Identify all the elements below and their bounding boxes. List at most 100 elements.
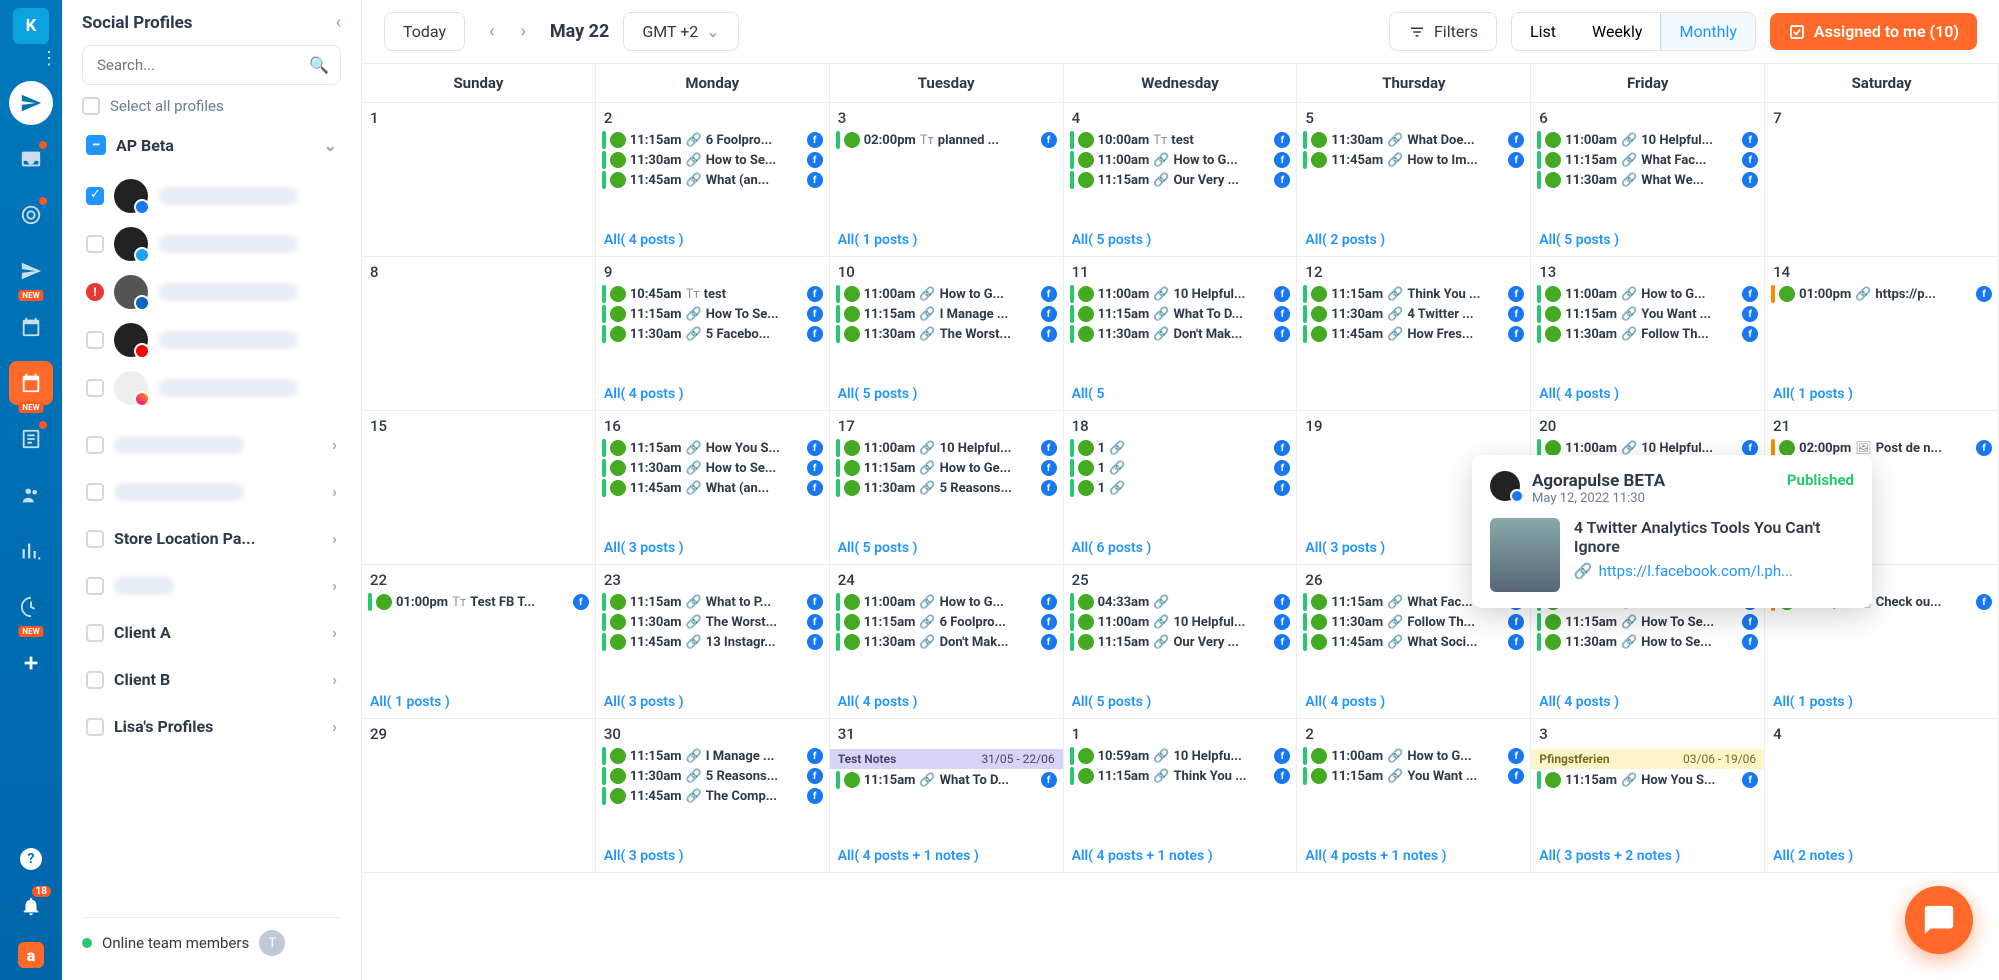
calendar-cell[interactable]: 1311:00am🔗How to G...f11:15am🔗You Want .… <box>1531 257 1765 411</box>
calendar-post[interactable]: 01:00pm🔗https://p...f <box>1771 285 1992 303</box>
calendar-post[interactable]: 11:00am🔗How to G...f <box>1303 747 1524 765</box>
calendar-post[interactable]: 10:59am🔗10 Helpfu...f <box>1070 747 1291 765</box>
calendar-note[interactable]: Pfingstferien03/06 - 19/06 <box>1531 749 1764 769</box>
calendar-icon[interactable] <box>9 305 53 349</box>
calendar-cell[interactable]: 110:59am🔗10 Helpfu...f11:15am🔗Think You … <box>1064 719 1298 873</box>
calendar-post[interactable]: 11:15am🔗Think You ...f <box>1070 767 1291 785</box>
calendar-post[interactable]: 11:45am🔗What Soci...f <box>1303 633 1524 651</box>
calendar-post[interactable]: 11:30am🔗How to Se...f <box>1537 633 1758 651</box>
all-posts-link[interactable]: All( 4 posts ) <box>836 690 1057 714</box>
calendar-post[interactable]: 11:30am🔗The Worst...f <box>602 613 823 631</box>
calendar-post[interactable]: 11:45am🔗What (an...f <box>602 479 823 497</box>
calendar-post[interactable]: 11:15am🔗How To Se...f <box>602 305 823 323</box>
listening-icon[interactable] <box>9 193 53 237</box>
calendar-cell[interactable]: 8 <box>362 257 596 411</box>
calendar-cell[interactable]: 410:00amTтtestf11:00am🔗How to G...f11:15… <box>1064 103 1298 257</box>
all-posts-link[interactable]: All( 1 posts ) <box>836 228 1057 252</box>
calendar-cell[interactable]: 2504:33am🔗f11:00am🔗10 Helpful...f11:15am… <box>1064 565 1298 719</box>
calendar-cell[interactable]: 1711:00am🔗10 Helpful...f11:15am🔗How to G… <box>830 411 1064 565</box>
calendar-cell[interactable]: 29 <box>362 719 596 873</box>
calendar-post[interactable]: 11:45am🔗How to Im...f <box>1303 151 1524 169</box>
calendar-post[interactable]: 11:15am🔗What To D...f <box>836 771 1057 789</box>
notifications-icon[interactable]: 18 <box>9 884 53 928</box>
all-posts-link[interactable]: All( 1 posts ) <box>368 690 589 714</box>
calendar-post[interactable]: 11:00am🔗How to G...f <box>1070 151 1291 169</box>
all-posts-link[interactable]: All( 1 posts ) <box>1771 690 1992 714</box>
calendar-post[interactable]: 11:15am🔗How You S...f <box>602 439 823 457</box>
all-posts-link[interactable]: All( 4 posts + 1 notes ) <box>836 844 1057 868</box>
calendar-post[interactable]: 11:15am🔗6 Foolpro...f <box>602 131 823 149</box>
calendar-post[interactable]: 11:00am🔗10 Helpful...f <box>1070 285 1291 303</box>
calendar-note[interactable]: Test Notes31/05 - 22/06 <box>830 749 1063 769</box>
workspace-avatar[interactable]: K <box>13 8 49 44</box>
calendar-post[interactable]: 10:00amTтtestf <box>1070 131 1291 149</box>
calendar-cell[interactable]: 3Pfingstferien03/06 - 19/0611:15am🔗How Y… <box>1531 719 1765 873</box>
app-logo[interactable]: a <box>18 942 44 968</box>
calendar-post[interactable]: 11:00am🔗10 Helpful...f <box>836 439 1057 457</box>
collapse-sidebar-icon[interactable]: ‹ <box>336 12 341 33</box>
calendar-post[interactable]: 01:00pmTтTest FB T...f <box>368 593 589 611</box>
users-icon[interactable] <box>9 473 53 517</box>
tab-monthly[interactable]: Monthly <box>1660 13 1754 50</box>
calendar-post[interactable]: 11:30am🔗What We...f <box>1537 171 1758 189</box>
select-all-profiles[interactable]: Select all profiles <box>82 97 341 115</box>
calendar-cell[interactable]: 181🔗f1🔗f1🔗fAll( 6 posts ) <box>1064 411 1298 565</box>
reports-icon[interactable] <box>9 417 53 461</box>
calendar-post[interactable]: 11:00am🔗How to G...f <box>1537 285 1758 303</box>
all-posts-link[interactable]: All( 4 posts ) <box>602 228 823 252</box>
calendar-post[interactable]: 11:30am🔗4 Twitter ...f <box>1303 305 1524 323</box>
calendar-post[interactable]: 11:30am🔗Follow Th...f <box>1537 325 1758 343</box>
calendar-cell[interactable]: 2201:00pmTтTest FB T...fAll( 1 posts ) <box>362 565 596 719</box>
calendar-post[interactable]: 11:15am🔗I Manage ...f <box>836 305 1057 323</box>
calendar-cell[interactable]: 1011:00am🔗How to G...f11:15am🔗I Manage .… <box>830 257 1064 411</box>
calendar-post[interactable]: 11:30am🔗Don't Mak...f <box>1070 325 1291 343</box>
calendar-post[interactable]: 11:45am🔗How Fres...f <box>1303 325 1524 343</box>
all-posts-link[interactable]: All( 4 posts ) <box>1537 382 1758 406</box>
calendar-cell[interactable]: 1 <box>362 103 596 257</box>
all-posts-link[interactable]: All( 5 posts ) <box>836 536 1057 560</box>
all-posts-link[interactable]: All( 5 posts ) <box>1537 228 1758 252</box>
calendar-cell[interactable]: 511:30am🔗What Doe...f11:45am🔗How to Im..… <box>1297 103 1531 257</box>
all-posts-link[interactable]: All( 3 posts ) <box>602 536 823 560</box>
calendar-cell[interactable]: 4All( 2 notes ) <box>1765 719 1999 873</box>
calendar-post[interactable]: 11:15am🔗What Fac...f <box>1537 151 1758 169</box>
all-posts-link[interactable]: All( 6 posts ) <box>1070 536 1291 560</box>
calendar-post[interactable]: 11:15am🔗How to Ge...f <box>836 459 1057 477</box>
publish-icon[interactable] <box>9 81 53 125</box>
calendar-post[interactable]: 11:15am🔗What To D...f <box>1070 305 1291 323</box>
calendar-post[interactable]: 11:30am🔗How to Se...f <box>602 459 823 477</box>
publishing-icon[interactable]: NEW <box>9 249 53 293</box>
calendar-post[interactable]: 11:15am🔗Think You ...f <box>1303 285 1524 303</box>
all-posts-link[interactable]: All( 2 posts ) <box>1303 228 1524 252</box>
calendar-cell[interactable]: 302:00pmTтplanned ...fAll( 1 posts ) <box>830 103 1064 257</box>
all-posts-link[interactable]: All( 4 posts ) <box>1303 690 1524 714</box>
calendar-post[interactable]: 11:15am🔗Our Very ...f <box>1070 171 1291 189</box>
calendar-cell[interactable]: 3011:15am🔗I Manage ...f11:30am🔗5 Reasons… <box>596 719 830 873</box>
next-icon[interactable]: › <box>510 15 535 48</box>
team-avatar[interactable]: T <box>259 930 285 956</box>
group-row[interactable]: › <box>82 562 341 609</box>
group-row[interactable]: › <box>82 468 341 515</box>
calendar-post[interactable]: 11:15am🔗I Manage ...f <box>602 747 823 765</box>
calendar-post[interactable]: 10:45amTтtestf <box>602 285 823 303</box>
search-icon[interactable]: 🔍 <box>309 56 329 75</box>
calendar-post[interactable]: 11:00am🔗How to G...f <box>836 593 1057 611</box>
profile-row[interactable]: ! <box>86 271 341 313</box>
group-clienta[interactable]: Client A› <box>82 609 341 656</box>
all-posts-link[interactable]: All( 2 notes ) <box>1771 844 1992 868</box>
calendar-post[interactable]: 11:15am🔗6 Foolpro...f <box>836 613 1057 631</box>
calendar-post[interactable]: 11:30am🔗Don't Mak...f <box>836 633 1057 651</box>
calendar-post[interactable]: 11:15am🔗How To Se...f <box>1537 613 1758 631</box>
calendar-post[interactable]: 11:15am🔗What to P...f <box>602 593 823 611</box>
calendar-cell[interactable]: 211:00am🔗How to G...f11:15am🔗You Want ..… <box>1297 719 1531 873</box>
calendar-post[interactable]: 11:00am🔗10 Helpful...f <box>1070 613 1291 631</box>
calendar-post[interactable]: 11:30am🔗5 Reasons...f <box>836 479 1057 497</box>
all-posts-link[interactable]: All( 4 posts ) <box>1537 690 1758 714</box>
today-button[interactable]: Today <box>384 12 465 51</box>
calendar-post[interactable]: 11:15am🔗Our Very ...f <box>1070 633 1291 651</box>
calendar-cell[interactable]: 2411:00am🔗How to G...f11:15am🔗6 Foolpro.… <box>830 565 1064 719</box>
group-storeloc[interactable]: Store Location Pa...› <box>82 515 341 562</box>
roi-icon[interactable]: NEW <box>9 585 53 629</box>
help-icon[interactable]: ? <box>20 848 42 870</box>
all-posts-link[interactable]: All( 3 posts ) <box>602 690 823 714</box>
